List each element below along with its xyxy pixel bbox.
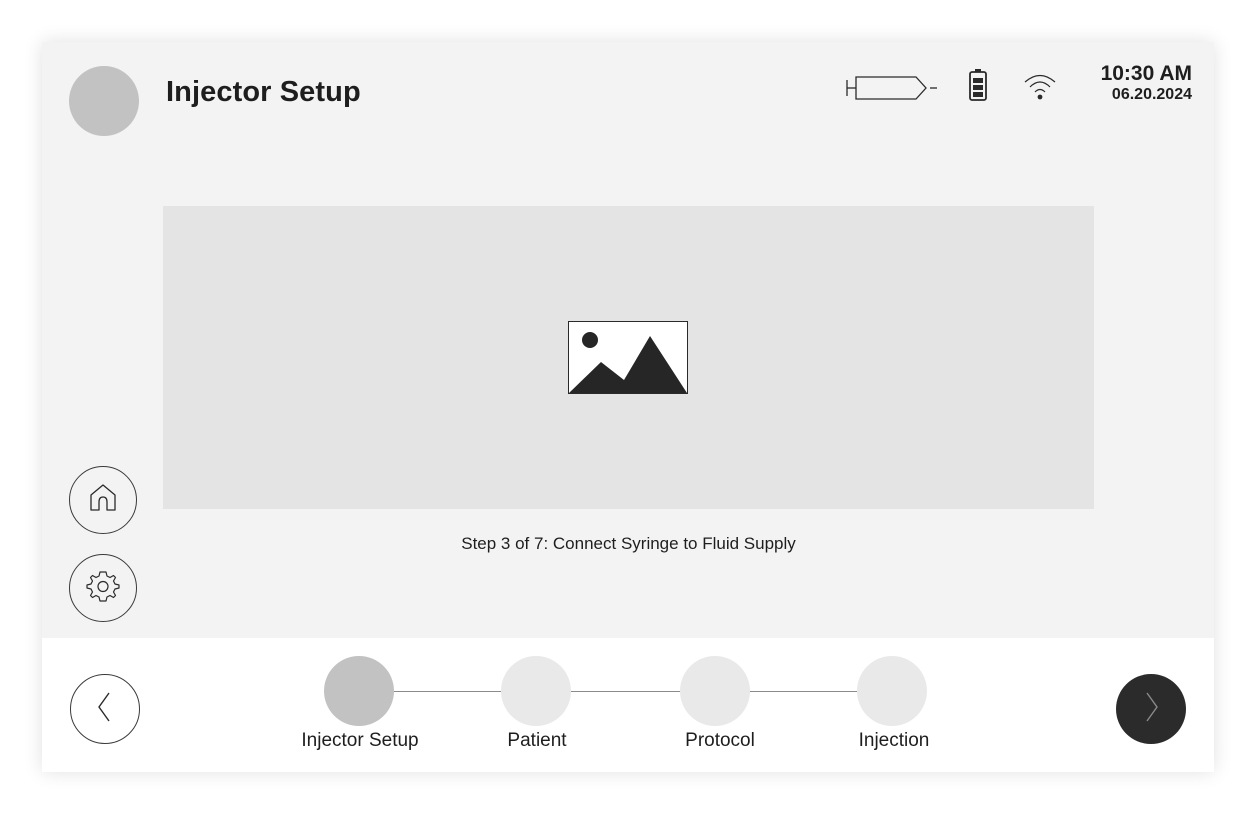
home-button[interactable]	[69, 466, 137, 534]
battery-icon	[968, 68, 988, 107]
date-text: 06.20.2024	[1111, 86, 1192, 103]
clock: 10:30 AM 06.20.2024	[1101, 62, 1192, 104]
next-button[interactable]	[1116, 674, 1186, 744]
injector-screen: Injector Setup 10:30 AM 06.20.2024 Step …	[42, 42, 1214, 772]
wifi-icon	[1022, 70, 1058, 107]
gear-icon	[86, 569, 120, 608]
step-label-protocol: Protocol	[685, 730, 755, 751]
step-dot-injector-setup[interactable]	[324, 656, 394, 726]
step-label-patient: Patient	[507, 730, 567, 751]
stepper-track	[358, 691, 892, 692]
step-dot-injection[interactable]	[857, 656, 927, 726]
step-label-injector-setup: Injector Setup	[301, 730, 419, 751]
chevron-left-icon	[95, 690, 115, 729]
page-title: Injector Setup	[166, 76, 361, 108]
media-panel	[163, 206, 1094, 509]
step-label-injection: Injection	[858, 730, 930, 751]
avatar[interactable]	[69, 66, 139, 136]
chevron-right-icon	[1141, 690, 1161, 729]
step-dot-protocol[interactable]	[680, 656, 750, 726]
syringe-icon	[846, 72, 938, 109]
home-icon	[87, 482, 119, 519]
back-button[interactable]	[70, 674, 140, 744]
step-caption: Step 3 of 7: Connect Syringe to Fluid Su…	[461, 534, 796, 553]
time-text: 10:30 AM	[1100, 62, 1192, 85]
status-bar: 10:30 AM 06.20.2024	[842, 62, 1192, 122]
step-dot-patient[interactable]	[501, 656, 571, 726]
image-placeholder-icon	[568, 321, 689, 400]
footer-bar: Injector Setup Patient Protocol Injectio…	[42, 638, 1214, 772]
settings-button[interactable]	[69, 554, 137, 622]
